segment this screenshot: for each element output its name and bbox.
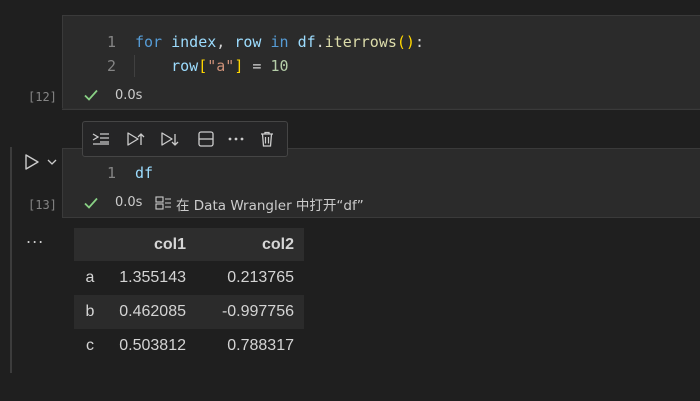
cell-divider — [62, 108, 700, 109]
punctuation-token: : — [414, 33, 424, 51]
column-header-col1: col1 — [106, 228, 186, 261]
table-row: b 0.462085 -0.997756 — [74, 295, 304, 329]
table-row: a 1.355143 0.213765 — [74, 261, 304, 295]
variable-token: df — [297, 33, 316, 51]
table-row: c 0.503812 0.788317 — [74, 329, 304, 363]
code-line-1[interactable]: for index, row in df.iterrows(): — [135, 33, 424, 51]
execute-above-icon[interactable] — [123, 127, 147, 151]
variable-token: row — [171, 57, 199, 75]
column-header-col2: col2 — [186, 228, 304, 261]
variable-token: index — [171, 33, 217, 51]
keyword-token: in — [270, 33, 289, 51]
cell-col2: -0.997756 — [186, 295, 304, 329]
code-line-1[interactable]: df — [135, 164, 153, 182]
cell-col2: 0.213765 — [186, 261, 304, 295]
cell-toolbar — [82, 121, 288, 157]
string-token: "a" — [207, 57, 235, 75]
number-token: 10 — [270, 57, 289, 75]
column-header-index — [74, 228, 106, 261]
execution-count: [13] — [28, 198, 57, 212]
output-more-button[interactable]: ... — [26, 228, 44, 247]
row-index: c — [74, 329, 106, 363]
dataframe-table: col1 col2 a 1.355143 0.213765 b 0.462085… — [74, 228, 304, 363]
delete-icon[interactable] — [255, 127, 279, 151]
function-token: iterrows — [324, 33, 397, 51]
chevron-down-icon[interactable] — [45, 154, 59, 173]
execute-below-icon[interactable] — [157, 127, 181, 151]
code-line-2[interactable]: row["a"] = 10 — [135, 57, 289, 75]
run-cell-button[interactable] — [22, 152, 42, 176]
execution-time: 0.0s — [115, 88, 143, 103]
run-by-line-icon[interactable] — [89, 127, 113, 151]
line-number: 2 — [106, 57, 116, 75]
cell-col2: 0.788317 — [186, 329, 304, 363]
execution-time: 0.0s — [115, 195, 143, 210]
success-check-icon — [82, 194, 100, 216]
cell-col1: 1.355143 — [106, 261, 186, 295]
data-wrangler-icon — [155, 195, 173, 215]
open-in-data-wrangler-link[interactable]: 在 Data Wrangler 中打开“df” — [176, 194, 364, 214]
keyword-token: for — [135, 33, 163, 51]
line-number: 1 — [106, 164, 116, 182]
table-header-row: col1 col2 — [74, 228, 304, 261]
punctuation-token: . — [315, 33, 325, 51]
success-check-icon — [82, 86, 100, 108]
cell-col1: 0.503812 — [106, 329, 186, 363]
focus-indicator — [10, 147, 12, 373]
cell-col1: 0.462085 — [106, 295, 186, 329]
variable-token: row — [234, 33, 262, 51]
punctuation-token: , — [216, 33, 226, 51]
execution-count: [12] — [28, 90, 57, 104]
bracket-token: () — [396, 33, 415, 51]
line-number: 1 — [106, 33, 116, 51]
bracket-token: [ — [198, 57, 208, 75]
row-index: b — [74, 295, 106, 329]
split-cell-icon[interactable] — [194, 127, 218, 151]
more-actions-icon[interactable] — [224, 127, 248, 151]
row-index: a — [74, 261, 106, 295]
